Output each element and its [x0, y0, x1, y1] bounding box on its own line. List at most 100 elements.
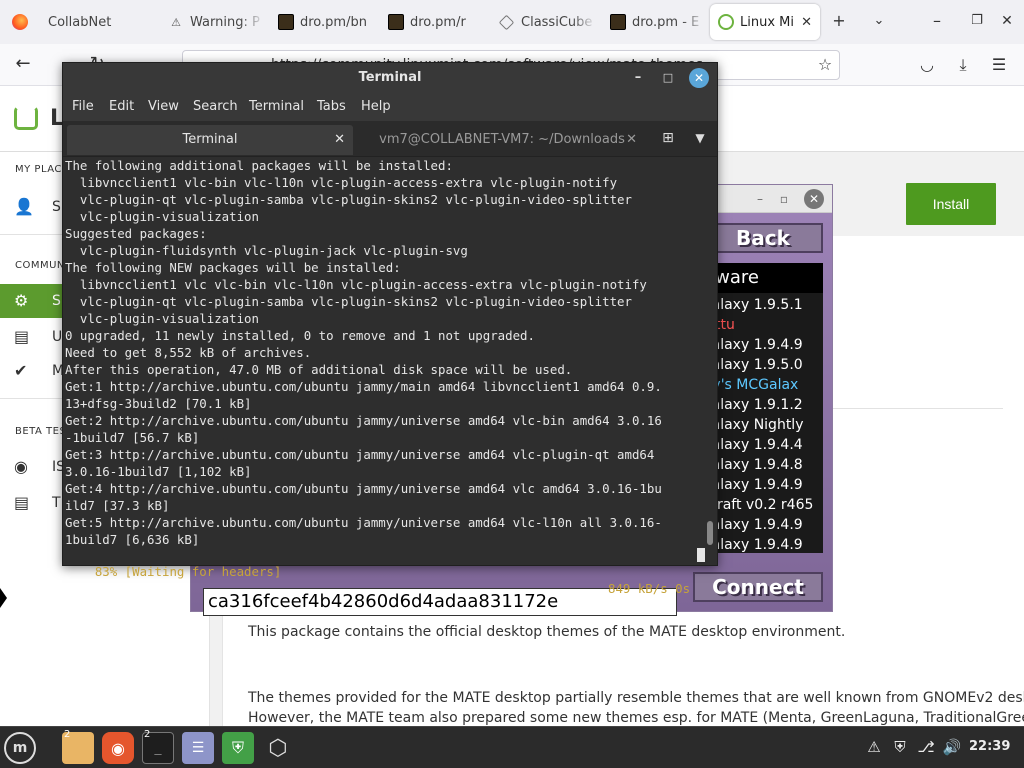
- new-tab-icon[interactable]: ⊞: [659, 129, 677, 147]
- terminal-line: Get:2 http://archive.ubuntu.com/ubuntu j…: [65, 413, 662, 428]
- tab-label: vm7@COLLABNET-VM7: ~/Downloads: [379, 132, 625, 147]
- download-icon[interactable]: ⤓: [952, 55, 974, 75]
- sidebar-section-places: MY PLAC: [15, 164, 62, 175]
- terminal-line: vlc-plugin-fluidsynth vlc-plugin-jack vl…: [65, 243, 468, 258]
- classicube-app-icon[interactable]: ⬡: [262, 732, 294, 764]
- browser-tab[interactable]: dro.pm/r: [380, 4, 484, 40]
- progress-text: 83% [Waiting for headers]: [94, 564, 282, 579]
- window-title: Terminal: [358, 70, 422, 85]
- close-tab-icon[interactable]: ✕: [626, 125, 637, 155]
- terminal-line: vlc-plugin-visualization: [65, 311, 259, 326]
- menu-tabs[interactable]: Tabs: [317, 99, 346, 114]
- sidebar-item-label: U: [52, 329, 63, 345]
- tab-label: dro.pm/bn: [300, 14, 367, 30]
- terminal-line: Get:4 http://archive.ubuntu.com/ubuntu j…: [65, 481, 662, 496]
- menu-edit[interactable]: Edit: [109, 99, 134, 114]
- back-arrow-icon[interactable]: ←: [12, 54, 34, 74]
- classicube-icon: [498, 14, 515, 30]
- firefox-icon: [12, 14, 28, 30]
- shield-tray-icon[interactable]: ⛨: [890, 738, 910, 756]
- install-button[interactable]: Install: [906, 183, 996, 225]
- window-count-badge: 2: [144, 729, 151, 740]
- terminal-tab-active[interactable]: Terminal ✕: [67, 125, 353, 155]
- maximize-icon[interactable]: ▫: [775, 190, 793, 208]
- new-tab-icon[interactable]: +: [828, 11, 850, 31]
- browser-tab[interactable]: ⚠ Warning: P: [160, 4, 264, 40]
- taskbar: m 2 ◉ _ 2 ☰ ⛨ ⬡ ⚠ ⛨ ⎇ 🔊 22:39: [0, 726, 1024, 768]
- terminal-window: Terminal – □ ✕ File Edit View Search Ter…: [62, 62, 718, 596]
- terminal-line: Get:5 http://archive.ubuntu.com/ubuntu j…: [65, 515, 662, 530]
- terminal-line: 13+dfsg-3build2 [70.1 kB]: [65, 396, 252, 411]
- connect-button[interactable]: Connect: [693, 572, 823, 602]
- terminal-tab[interactable]: vm7@COLLABNET-VM7: ~/Downloads ✕: [359, 125, 645, 155]
- sidebar-section-community: COMMUN: [15, 260, 65, 271]
- terminal-titlebar: Terminal – □ ✕: [63, 63, 717, 93]
- sidebar-item-label: S: [52, 293, 61, 309]
- window-count-badge: 2: [64, 729, 71, 740]
- minimize-icon[interactable]: –: [629, 69, 647, 87]
- tab-label: CollabNet: [48, 14, 112, 30]
- browser-tab-active[interactable]: Linux Mi ✕: [710, 4, 820, 40]
- close-tab-icon[interactable]: ✕: [334, 125, 345, 155]
- back-button[interactable]: Back: [703, 223, 823, 253]
- terminal-line: libvncclient1 vlc vlc-bin vlc-l10n vlc-p…: [65, 277, 647, 292]
- close-window-icon[interactable]: ✕: [996, 11, 1018, 31]
- minimize-icon[interactable]: –: [926, 11, 948, 31]
- disc-icon: ◉: [14, 457, 28, 476]
- menu-help[interactable]: Help: [361, 99, 391, 114]
- tab-label: dro.pm/r: [410, 14, 466, 30]
- update-notice-icon[interactable]: ⚠: [864, 738, 884, 756]
- maximize-icon[interactable]: □: [659, 69, 677, 87]
- network-icon[interactable]: ⎇: [916, 738, 936, 756]
- terminal-line: 0 upgraded, 11 newly installed, 0 to rem…: [65, 328, 535, 343]
- browser-tab-bar: CollabNet ⚠ Warning: P dro.pm/bn dro.pm/…: [0, 0, 1024, 44]
- id-card-icon: ▤: [14, 327, 30, 346]
- progress-status-line: 83% [Waiting for headers] 849 kB/s 0s: [65, 546, 715, 596]
- sidebar-item-label: T: [52, 495, 61, 511]
- terminal-line: Get:1 http://archive.ubuntu.com/ubuntu j…: [65, 379, 662, 394]
- terminal-line: vlc-plugin-qt vlc-plugin-samba vlc-plugi…: [65, 192, 632, 207]
- browser-tab[interactable]: dro.pm - E: [602, 4, 706, 40]
- close-icon[interactable]: ✕: [804, 189, 824, 209]
- mint-menu-icon[interactable]: m: [4, 732, 36, 764]
- tab-label: Linux Mi: [740, 14, 794, 30]
- terminal-line: The following additional packages will b…: [65, 158, 453, 173]
- firefox-app-icon[interactable]: ◉: [102, 732, 134, 764]
- drop-icon: [610, 14, 626, 30]
- pocket-icon[interactable]: ◡: [916, 55, 938, 75]
- mouse-cursor-icon: [0, 588, 7, 608]
- menu-terminal[interactable]: Terminal: [249, 99, 304, 114]
- text-editor-app-icon[interactable]: ☰: [182, 732, 214, 764]
- sidebar-section-beta: BETA TES: [15, 426, 67, 437]
- close-tab-icon[interactable]: ✕: [801, 15, 812, 30]
- terminal-line: Get:3 http://archive.ubuntu.com/ubuntu j…: [65, 447, 655, 462]
- bookmark-star-icon[interactable]: ☆: [814, 55, 836, 75]
- scrollbar[interactable]: [707, 521, 713, 545]
- terminal-line: The following NEW packages will be insta…: [65, 260, 401, 275]
- menu-search[interactable]: Search: [193, 99, 238, 114]
- drop-icon: [278, 14, 294, 30]
- clock[interactable]: 22:39: [969, 739, 1010, 754]
- terminal-line: Need to get 8,552 kB of archives.: [65, 345, 312, 360]
- menu-view[interactable]: View: [148, 99, 179, 114]
- browser-tab[interactable]: ClassiCube: [490, 4, 596, 40]
- close-icon[interactable]: ✕: [689, 68, 709, 88]
- hash-input[interactable]: ca316fceef4b42860d6d4adaa831172e: [203, 588, 677, 616]
- tab-menu-dropdown-icon[interactable]: ▼: [691, 129, 709, 147]
- terminal-line: vlc-plugin-visualization: [65, 209, 259, 224]
- person-icon: 👤: [14, 197, 34, 216]
- linux-mint-logo-icon: [14, 106, 38, 130]
- minimize-icon[interactable]: –: [751, 190, 769, 208]
- terminal-line: Suggested packages:: [65, 226, 207, 241]
- menu-icon[interactable]: ☰: [988, 55, 1010, 75]
- tab-list-icon[interactable]: ⌄: [868, 11, 890, 31]
- shield-app-icon[interactable]: ⛨: [222, 732, 254, 764]
- tab-label: Terminal: [182, 132, 238, 147]
- volume-icon[interactable]: 🔊: [942, 738, 962, 756]
- browser-tab[interactable]: dro.pm/bn: [270, 4, 374, 40]
- restore-icon[interactable]: ❐: [966, 11, 988, 31]
- terminal-output[interactable]: The following additional packages will b…: [65, 157, 707, 565]
- terminal-menubar: File Edit View Search Terminal Tabs Help: [63, 93, 717, 121]
- browser-tab[interactable]: CollabNet: [4, 4, 156, 40]
- menu-file[interactable]: File: [72, 99, 94, 114]
